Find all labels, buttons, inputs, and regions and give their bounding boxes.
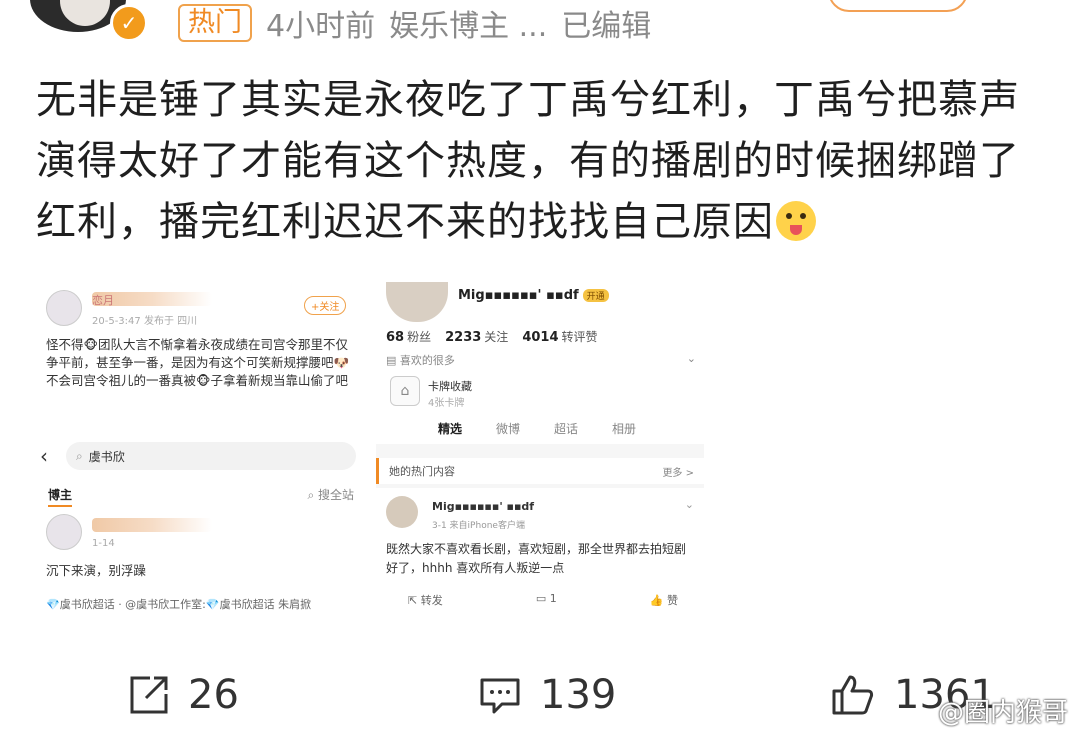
share-icon: ⇱ bbox=[408, 594, 421, 607]
search-tabs: 博主 ⌕ 搜全站 bbox=[48, 486, 354, 507]
verified-badge-icon: ✓ bbox=[110, 4, 148, 42]
author-description: 娱乐博主 ... bbox=[389, 9, 548, 44]
reply-date: 1-14 bbox=[92, 538, 115, 549]
card-collection-icon: ⌂ bbox=[390, 376, 420, 406]
share-icon bbox=[130, 676, 168, 714]
comment-action: ▭ 1 bbox=[535, 592, 557, 605]
embedded-image-left[interactable]: 恋月 20-5-3:47 发布于 四川 +关注 怪不得🐵团队大言不惭拿着永夜成绩… bbox=[34, 282, 364, 612]
tab-album: 相册 bbox=[612, 422, 637, 436]
tab-featured: 精选 bbox=[438, 422, 463, 436]
more-link: 更多 > bbox=[662, 467, 694, 479]
follow-button[interactable] bbox=[828, 0, 968, 12]
profile-name: Mig▪▪▪▪▪▪' ▪▪df 开通 bbox=[458, 288, 609, 303]
avatar bbox=[46, 290, 82, 326]
avatar bbox=[386, 282, 448, 322]
repost-button[interactable]: 26 bbox=[128, 672, 239, 718]
like-action: 👍 赞 bbox=[649, 594, 678, 607]
hot-post: Mig▪▪▪▪▪▪' ▪▪df 3-1 来自iPhone客户端 ⌄ 既然大家不喜… bbox=[376, 488, 704, 620]
comment-count: 139 bbox=[540, 672, 617, 718]
tab-super-topic: 超话 bbox=[554, 422, 579, 436]
avatar bbox=[386, 496, 418, 528]
post-text: 无非是锤了其实是永夜吃了丁禹兮红利，丁禹兮把慕声演得太好了才能有这个热度，有的播… bbox=[36, 70, 1056, 253]
card-title: 卡牌收藏 bbox=[428, 380, 472, 393]
vip-badge: 开通 bbox=[582, 289, 609, 302]
reply-text: 沉下来演，别浮躁 bbox=[46, 563, 147, 578]
post-author: Mig▪▪▪▪▪▪' ▪▪df bbox=[432, 500, 535, 513]
edited-label: 已编辑 bbox=[561, 9, 652, 44]
back-arrow-icon: ‹ bbox=[40, 444, 48, 468]
search-text: 虞书欣 bbox=[88, 449, 125, 464]
repost-action: ⇱ 转发 bbox=[408, 594, 443, 607]
avatar bbox=[46, 514, 82, 550]
list-icon: ▤ bbox=[386, 354, 400, 367]
search-input: ⌕ 虞书欣 bbox=[66, 442, 356, 470]
comment-icon bbox=[480, 678, 520, 714]
tongue-wink-emoji-icon bbox=[776, 201, 816, 241]
post-text: 既然大家不喜欢看长剧，喜欢短剧，那全世界都去拍短剧好了，hhhh 喜欢所有人叛逆… bbox=[386, 542, 687, 575]
blurred-username: 恋月 bbox=[92, 292, 212, 307]
profile-tabs: 精选 微博 超话 相册 bbox=[438, 420, 636, 437]
comment-icon: ▭ bbox=[535, 592, 550, 605]
thumb-up-icon bbox=[832, 675, 874, 715]
post-body: 怪不得🐵团队大言不惭拿着永夜成绩在司宫令那里不仅争平前，甚至争一番，是因为有这个… bbox=[46, 337, 350, 388]
thumb-up-icon: 👍 bbox=[649, 594, 667, 607]
search-icon: ⌕ bbox=[76, 448, 83, 463]
action-bar: 26 139 1361 bbox=[0, 660, 1080, 730]
chevron-down-icon: ⌄ bbox=[684, 498, 694, 511]
tab-search-all: ⌕ 搜全站 bbox=[307, 488, 354, 502]
profile-card: Mig▪▪▪▪▪▪' ▪▪df 开通 68 粉丝 2233 关注 4014 转评赞 ▤ … bbox=[376, 282, 704, 444]
blurred-username bbox=[92, 518, 212, 532]
repost-count: 26 bbox=[188, 672, 239, 718]
search-bar: ‹ ⌕ 虞书欣 bbox=[40, 440, 356, 472]
post-time: 4小时前 bbox=[266, 9, 376, 44]
hot-content-header: 她的热门内容 更多 > bbox=[376, 458, 704, 484]
tab-weibo: 微博 bbox=[496, 422, 521, 436]
post-time: 20-5-3:47 发布于 四川 bbox=[92, 316, 198, 327]
post-source: 3-1 来自iPhone客户端 bbox=[432, 521, 525, 531]
card-count: 4张卡牌 bbox=[428, 398, 465, 409]
follow-button: +关注 bbox=[304, 296, 347, 315]
chevron-down-icon: ⌄ bbox=[686, 352, 696, 365]
tab-blogger: 博主 bbox=[48, 486, 73, 507]
hot-tag: 热门 bbox=[178, 4, 252, 42]
watermark: @圈内猴哥 bbox=[937, 698, 1068, 728]
likes-row: ▤ 喜欢的很多 ⌄ bbox=[386, 352, 696, 367]
post-meta: 热门 4小时前 娱乐博主 ... 已编辑 bbox=[178, 3, 652, 44]
post-text-content: 无非是锤了其实是永夜吃了丁禹兮红利，丁禹兮把慕声演得太好了才能有这个热度，有的播… bbox=[36, 77, 1020, 245]
post-actions: ⇱ 转发 ▭ 1 👍 赞 bbox=[408, 592, 678, 608]
topic-tags: 💎虞书欣超话 · @虞书欣工作室:💎虞书欣超话 朱肩掀 bbox=[46, 598, 312, 611]
comment-button[interactable]: 139 bbox=[478, 672, 616, 718]
profile-stats: 68 粉丝 2233 关注 4014 转评赞 bbox=[386, 330, 598, 345]
embedded-image-right[interactable]: Mig▪▪▪▪▪▪' ▪▪df 开通 68 粉丝 2233 关注 4014 转评赞 ▤ … bbox=[376, 282, 704, 620]
